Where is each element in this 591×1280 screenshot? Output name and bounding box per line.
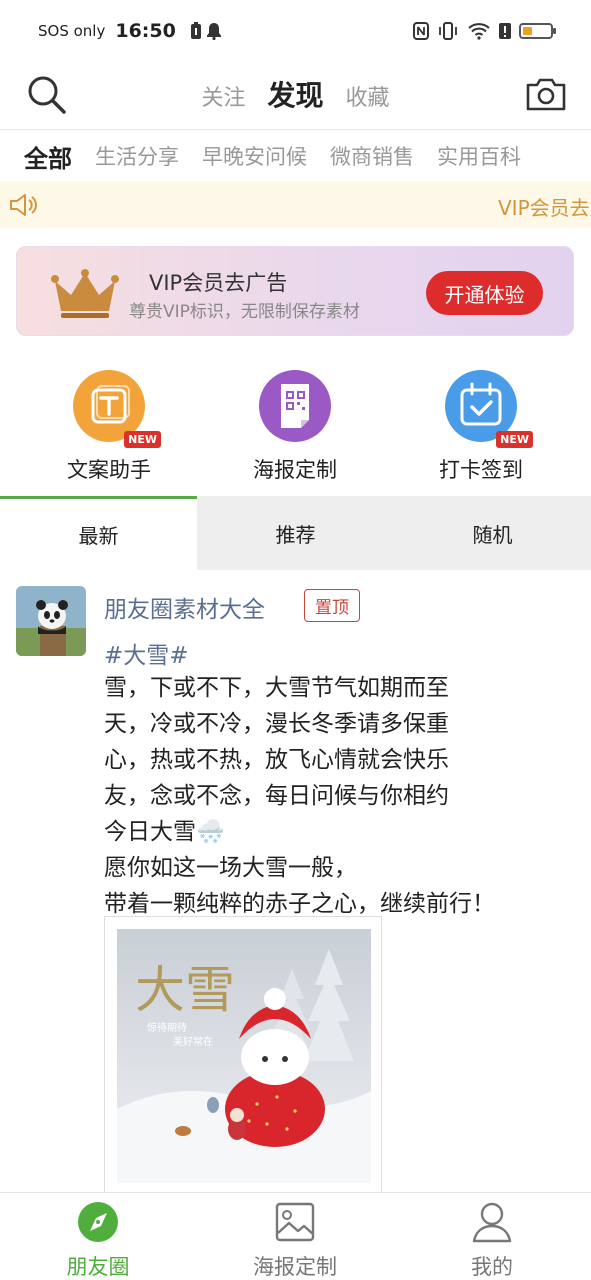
tool-copywriting[interactable]: NEW 文案助手 xyxy=(29,368,189,484)
battery-saver-icon xyxy=(190,22,201,39)
post-author[interactable]: 朋友圈素材大全 xyxy=(104,590,265,624)
tool-grid: NEW 文案助手 海报定制 NEW 打卡签到 xyxy=(0,368,591,488)
post-line: 心，热或不热，放飞心情就会快乐 xyxy=(104,747,449,773)
avatar[interactable] xyxy=(16,586,86,656)
tool-label: 打卡签到 xyxy=(439,458,523,482)
post-line: 天，冷或不冷，漫长冬季请多保重 xyxy=(104,711,449,737)
category-greetings[interactable]: 早晚安问候 xyxy=(202,141,307,171)
tool-label: 文案助手 xyxy=(67,458,151,482)
category-tabs: 全部 生活分享 早晚安问候 微商销售 实用百科 xyxy=(0,131,591,181)
text-icon: NEW xyxy=(73,370,161,448)
image-title: 大雪 xyxy=(135,962,235,1018)
tab-random[interactable]: 随机 xyxy=(394,496,591,570)
image-icon xyxy=(275,1202,315,1242)
vip-banner[interactable]: VIP会员去广告 尊贵VIP标识，无限制保存素材 开通体验 xyxy=(16,246,574,336)
post-image[interactable]: 大雪 惊待期待 美好常在 xyxy=(104,916,382,1192)
post-line: 今日大雪🌨️ xyxy=(104,819,225,845)
battery-icon xyxy=(519,23,556,39)
tab-favorites[interactable]: 收藏 xyxy=(346,80,390,112)
tab-latest[interactable]: 最新 xyxy=(0,496,197,570)
tool-label: 海报定制 xyxy=(253,458,337,482)
tab-recommended[interactable]: 推荐 xyxy=(197,496,394,570)
post-line: 雪，下或不下，大雪节气如期而至 xyxy=(104,675,449,701)
carrier-text: SOS only xyxy=(38,22,106,40)
user-icon xyxy=(472,1202,512,1243)
tool-checkin[interactable]: NEW 打卡签到 xyxy=(401,368,561,484)
pinned-badge: 置顶 xyxy=(304,589,360,622)
image-caption: 美好常在 xyxy=(173,1035,213,1048)
vip-subtitle: 尊贵VIP标识，无限制保存素材 xyxy=(129,302,360,322)
category-all[interactable]: 全部 xyxy=(24,139,72,174)
new-badge: NEW xyxy=(496,431,533,448)
top-header: 关注 发现 收藏 xyxy=(0,62,591,130)
crown-icon xyxy=(51,269,119,318)
calendar-check-icon: NEW xyxy=(445,370,533,448)
category-life[interactable]: 生活分享 xyxy=(95,141,179,171)
feed-tabs: 最新 推荐 随机 xyxy=(0,496,591,570)
vibrate-icon xyxy=(439,22,457,40)
image-caption: 惊待期待 xyxy=(147,1021,187,1034)
category-encyclopedia[interactable]: 实用百科 xyxy=(437,141,521,171)
notice-bar[interactable]: VIP会员去广告 xyxy=(0,181,591,228)
clock: 16:50 xyxy=(115,20,176,42)
speaker-icon xyxy=(10,194,37,216)
post-body: 雪，下或不下，大雪节气如期而至 天，冷或不冷，漫长冬季请多保重 心，热或不热，放… xyxy=(104,670,574,922)
nav-poster[interactable]: 海报定制 xyxy=(215,1201,375,1280)
qr-poster-icon xyxy=(259,370,331,442)
feed-post: 朋友圈素材大全 置顶 #大雪# 雪，下或不下，大雪节气如期而至 天，冷或不冷，漫… xyxy=(0,570,591,1192)
tab-follow[interactable]: 关注 xyxy=(201,80,245,112)
nav-moments[interactable]: 朋友圈 xyxy=(18,1201,178,1280)
nfc-icon xyxy=(413,22,429,40)
vip-title: VIP会员去广告 xyxy=(149,271,288,295)
tab-discover[interactable]: 发现 xyxy=(267,74,323,114)
tool-poster[interactable]: 海报定制 xyxy=(215,368,375,484)
status-bar: SOS only 16:50 xyxy=(0,0,591,62)
nav-label: 我的 xyxy=(471,1255,513,1279)
new-badge: NEW xyxy=(124,431,161,448)
post-line: 友，念或不念，每日问候与你相约 xyxy=(104,783,449,809)
bell-icon xyxy=(206,23,221,40)
notice-text: VIP会员去广告 xyxy=(498,196,591,220)
nav-label: 朋友圈 xyxy=(66,1255,130,1279)
nav-label: 海报定制 xyxy=(253,1255,337,1279)
nav-me[interactable]: 我的 xyxy=(412,1201,572,1280)
wifi-icon xyxy=(468,23,490,40)
camera-icon[interactable] xyxy=(525,76,567,112)
category-sales[interactable]: 微商销售 xyxy=(330,141,414,171)
compass-icon xyxy=(78,1202,118,1242)
alert-icon xyxy=(499,23,511,39)
post-hashtag[interactable]: #大雪# xyxy=(104,636,189,670)
header-tabs: 关注 发现 收藏 xyxy=(0,74,591,114)
post-line: 愿你如这一场大雪一般， xyxy=(104,855,357,881)
bottom-nav: 朋友圈 海报定制 我的 xyxy=(0,1192,591,1280)
vip-open-button[interactable]: 开通体验 xyxy=(426,271,543,315)
